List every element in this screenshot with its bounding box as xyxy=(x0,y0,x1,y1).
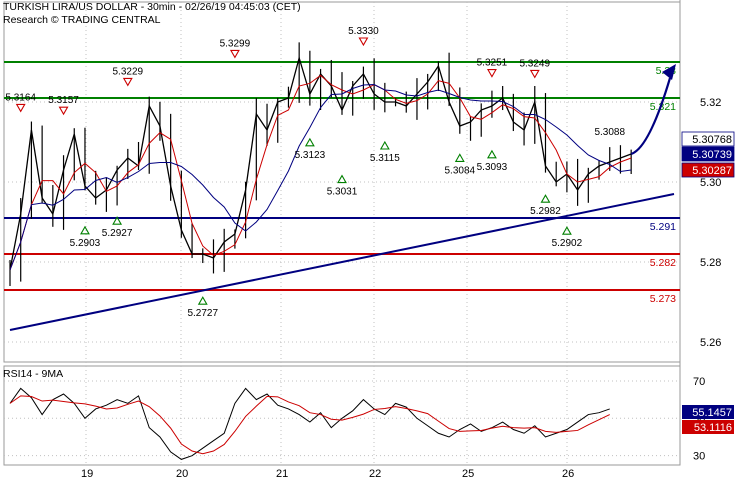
trough-marker xyxy=(304,137,315,147)
peak-marker xyxy=(58,106,69,116)
chart-title: TURKISH LIRA/US DOLLAR - 30min - 02/26/1… xyxy=(3,1,301,13)
trough-label-5.3031: 5.3031 xyxy=(327,187,358,198)
trough-label-5.3123: 5.3123 xyxy=(295,150,326,161)
rsi-tag-53.1116: 53.1116 xyxy=(694,422,732,434)
y-tick-label-5.26: 5.26 xyxy=(700,337,721,349)
peak-label-5.3249: 5.3249 xyxy=(519,58,550,69)
trough-label-5.2902: 5.2902 xyxy=(552,238,583,249)
peak-marker xyxy=(229,49,240,59)
price-tag-5.30768: 5.30768 xyxy=(692,134,732,146)
rsi-panel-frame xyxy=(3,365,681,466)
rsi-title: RSI14 - 9MA xyxy=(3,368,64,380)
trough-label-5.3093: 5.3093 xyxy=(477,162,508,173)
peak-marker xyxy=(486,69,497,78)
forecast-arrow-shaft xyxy=(630,77,672,156)
x-tick-label-22: 22 xyxy=(369,468,381,480)
x-tick-label-25: 25 xyxy=(462,468,474,480)
x-tick-label-21: 21 xyxy=(276,468,288,480)
x-tick-label-20: 20 xyxy=(176,468,188,480)
level-label-5.282: 5.282 xyxy=(650,257,676,269)
rsi-line xyxy=(9,387,610,460)
rsi-tick-label-70: 70 xyxy=(693,376,705,388)
x-tick-label-26: 26 xyxy=(562,468,574,480)
trough-label-5.2927: 5.2927 xyxy=(102,228,133,239)
peak-marker xyxy=(122,77,133,87)
peak-label-5.3299: 5.3299 xyxy=(220,38,251,49)
trough-marker xyxy=(337,174,347,184)
trough-marker xyxy=(486,149,497,159)
rsi-ma-line xyxy=(9,395,610,455)
slow-moving-average xyxy=(9,83,632,271)
peak-marker xyxy=(15,103,26,113)
rsi-tick-label-30: 30 xyxy=(693,451,705,463)
peak-label-5.3330: 5.3330 xyxy=(348,26,379,37)
trough-marker xyxy=(454,153,465,162)
trough-marker xyxy=(80,225,90,235)
rsi-tag-55.1457: 55.1457 xyxy=(692,407,732,419)
trendline xyxy=(9,193,675,331)
price-tag-5.30739: 5.30739 xyxy=(692,149,732,161)
level-label-5.291: 5.291 xyxy=(650,221,676,233)
x-tick-label-19: 19 xyxy=(81,468,93,480)
target-label: 5.3088 xyxy=(594,127,625,138)
trough-label-5.2727: 5.2727 xyxy=(187,308,218,319)
price-tag-5.30287: 5.30287 xyxy=(692,165,732,177)
research-credit: Research © TRADING CENTRAL xyxy=(3,14,161,26)
y-tick-label-5.28: 5.28 xyxy=(700,257,721,269)
trough-label-5.2903: 5.2903 xyxy=(70,238,101,249)
trough-label-5.3115: 5.3115 xyxy=(370,153,400,164)
trough-label-5.2982: 5.2982 xyxy=(530,206,561,217)
trough-marker xyxy=(379,140,390,150)
trough-marker xyxy=(197,296,208,305)
peak-label-5.3229: 5.3229 xyxy=(113,66,144,77)
peak-label-5.3251: 5.3251 xyxy=(477,58,508,69)
y-tick-label-5.30: 5.30 xyxy=(700,177,721,189)
peak-label-5.3157: 5.3157 xyxy=(48,95,79,106)
chart-canvas: 1920212225265.265.285.305.323050705.335.… xyxy=(3,0,735,480)
y-tick-label-5.32: 5.32 xyxy=(700,97,721,109)
trough-marker xyxy=(540,194,551,203)
level-label-5.273: 5.273 xyxy=(650,293,676,305)
trough-label-5.3084: 5.3084 xyxy=(445,165,476,176)
peak-marker xyxy=(529,69,540,79)
peak-label-5.3164: 5.3164 xyxy=(5,92,36,103)
peak-marker xyxy=(358,37,369,47)
